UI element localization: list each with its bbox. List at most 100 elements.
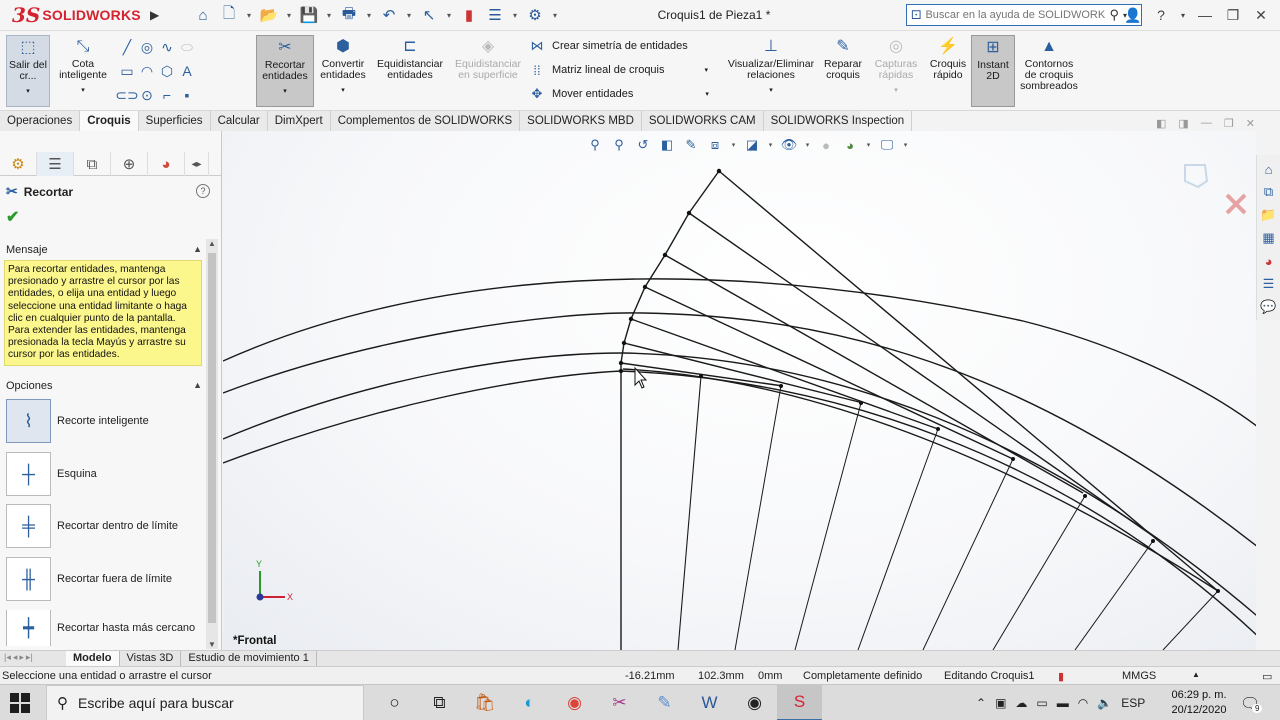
tab-operaciones[interactable]: Operaciones	[0, 111, 81, 131]
language-indicator[interactable]: ESP	[1121, 696, 1145, 710]
menu-expand-arrow-icon[interactable]: ▶	[150, 8, 159, 22]
sketch-point[interactable]	[1011, 457, 1015, 461]
circle-center-icon[interactable]: ⊙	[138, 83, 156, 107]
tab-complementos[interactable]: Complementos de SOLIDWORKS	[331, 111, 521, 131]
onedrive-icon[interactable]: ☁	[1015, 696, 1027, 710]
status-units[interactable]: MMGS	[1122, 670, 1156, 682]
linear-pattern-dropdown-icon[interactable]: ▾	[705, 66, 709, 74]
sketch-point[interactable]	[618, 360, 624, 366]
relations-dropdown-icon[interactable]: ▾	[769, 85, 773, 96]
tab-calcular[interactable]: Calcular	[211, 111, 268, 131]
tab-dimxpert[interactable]: DimXpert	[268, 111, 331, 131]
spoke-5[interactable]	[922, 458, 1014, 650]
ellipse-disabled-icon[interactable]: ⬭	[178, 35, 196, 59]
scroll-down-icon[interactable]: ▼	[206, 640, 218, 649]
scrollbar-thumb[interactable]	[208, 253, 216, 623]
help-search-box[interactable]: ⚀ ⚲ ▾	[906, 4, 1142, 26]
sketch-canvas[interactable]: Y X	[223, 131, 1256, 650]
help-question-icon[interactable]: ?	[1150, 4, 1172, 26]
rectangle-icon[interactable]: ▭	[118, 59, 136, 83]
polygon-icon[interactable]: ⬡	[158, 59, 176, 83]
trim-dropdown-icon[interactable]: ▾	[283, 86, 287, 97]
dimxpert-manager-tab-icon[interactable]: ⊕	[111, 152, 148, 176]
feature-manager-tab-icon[interactable]: ⚙	[0, 152, 37, 176]
doc-minimize-icon[interactable]: —	[1201, 117, 1212, 130]
instant-2d-button[interactable]: ⊞ Instant 2D	[971, 35, 1015, 107]
hide-show-dropdown-icon[interactable]: ▾	[803, 135, 812, 155]
arc-2[interactable]	[223, 312, 1256, 551]
sketch-point[interactable]	[1151, 539, 1155, 543]
solidworks-taskbar-icon[interactable]: S	[777, 685, 822, 720]
options-dropdown-icon[interactable]: ▾	[550, 5, 560, 25]
graphics-area[interactable]: Y X ⚲ ⚲ ↺ ◧ ✎ ⧈ ▾ ◪ ▾ 👁 ▾ ● ◕ ▾ 🖵 ▾ *Fro…	[223, 131, 1256, 650]
solidworks-resources-icon[interactable]: ⌂	[1259, 159, 1279, 179]
tab-solidworks-cam[interactable]: SOLIDWORKS CAM	[642, 111, 764, 131]
first-tab-icon[interactable]: |◂	[4, 652, 11, 663]
edge-icon[interactable]: ◐	[507, 685, 552, 720]
display-style-dropdown-icon[interactable]: ▾	[766, 135, 775, 155]
tab-estudio-movimiento[interactable]: Estudio de movimiento 1	[181, 651, 317, 666]
move-dropdown-icon[interactable]: ▾	[705, 90, 709, 98]
outer-arc[interactable]	[223, 278, 1256, 431]
trim-entities-button[interactable]: ✂ Recortar entidades ▾	[256, 35, 314, 107]
collapse-chevron-icon[interactable]: ▲	[193, 380, 202, 392]
manager-tabs-scroll-icon[interactable]: ◂▸	[185, 152, 209, 176]
ok-checkmark-icon[interactable]: ✔	[6, 207, 19, 227]
circle-icon[interactable]: ◎	[138, 35, 156, 59]
spoke-8[interactable]	[1162, 590, 1219, 650]
offset-entities-button[interactable]: ⊏ Equidistanciar entidades	[372, 35, 448, 81]
close-icon[interactable]: ✕	[1250, 4, 1272, 26]
undo-icon[interactable]: ↶	[378, 5, 400, 25]
spoke-1[interactable]	[677, 375, 702, 650]
sketch-point[interactable]	[936, 427, 940, 431]
print-icon[interactable]: 🖶	[338, 5, 360, 25]
spoke-3[interactable]	[794, 402, 862, 650]
paint-icon[interactable]: ✎	[642, 685, 687, 720]
edit-appearance-icon[interactable]: ●	[816, 135, 836, 155]
taskbar-search-box[interactable]: ⚲ Escribe aquí para buscar	[46, 685, 364, 720]
prev-tab-icon[interactable]: ◂	[13, 652, 18, 663]
meet-now-icon[interactable]: ▣	[995, 696, 1006, 710]
tab-vistas-3d[interactable]: Vistas 3D	[120, 651, 182, 666]
display-relations-button[interactable]: ⊥ Visualizar/Eliminar relaciones ▾	[724, 35, 818, 96]
help-search-input[interactable]	[925, 9, 1106, 21]
undo-dropdown-icon[interactable]: ▾	[404, 5, 414, 25]
custom-properties-icon[interactable]: ☰	[1259, 274, 1279, 294]
task-view-icon[interactable]: ⧉	[417, 685, 462, 720]
doc-tile-right-icon[interactable]: ◨	[1178, 117, 1188, 130]
open-dropdown-icon[interactable]: ▾	[284, 5, 294, 25]
taskbar-clock[interactable]: 06:29 p. m. 20/12/2020	[1163, 688, 1235, 718]
tab-modelo[interactable]: Modelo	[66, 651, 120, 666]
option-trim-outside[interactable]: ╫ Recortar fuera de límite	[6, 557, 202, 601]
section-view-icon[interactable]: ◧	[657, 135, 677, 155]
dynamic-annotation-icon[interactable]: ✎	[681, 135, 701, 155]
text-icon[interactable]: A	[178, 59, 196, 83]
option-smart-trim[interactable]: ⌇ Recorte inteligente	[6, 399, 202, 443]
new-document-icon[interactable]: 🗋	[218, 5, 240, 25]
view-orientation-icon[interactable]: ⧈	[705, 135, 725, 155]
convert-dropdown-icon[interactable]: ▾	[341, 85, 345, 96]
fillet-icon[interactable]: ⌐	[158, 83, 176, 107]
exit-sketch-dropdown-icon[interactable]: ▾	[26, 86, 30, 97]
chrome-icon[interactable]: ◉	[552, 685, 597, 720]
doc-tile-left-icon[interactable]: ◧	[1156, 117, 1166, 130]
usb-icon[interactable]: ▭	[1036, 696, 1047, 710]
volume-icon[interactable]: 🔈	[1097, 696, 1112, 710]
help-question-icon[interactable]: ?	[196, 184, 210, 198]
rebuild-indicator-icon[interactable]: ▮	[1058, 670, 1064, 683]
confirmation-corner-exit-icon[interactable]	[1184, 164, 1209, 189]
units-dropdown-icon[interactable]: ▲	[1192, 670, 1200, 679]
sketch-point[interactable]	[1216, 589, 1220, 593]
file-properties-icon[interactable]: ☰	[484, 5, 506, 25]
last-tab-icon[interactable]: ▸|	[26, 652, 33, 663]
tab-croquis[interactable]: Croquis	[80, 111, 139, 131]
radial-line-1[interactable]	[718, 170, 1219, 592]
spoke-7[interactable]	[1074, 540, 1154, 650]
select-dropdown-icon[interactable]: ▾	[444, 5, 454, 25]
panel-scrollbar[interactable]: ▲ ▼	[206, 239, 218, 649]
arc-4[interactable]	[223, 370, 1256, 641]
sketch-point[interactable]	[699, 374, 703, 378]
doc-restore-icon[interactable]: ❐	[1224, 117, 1234, 130]
collapse-chevron-icon[interactable]: ▲	[193, 244, 202, 256]
user-account-icon[interactable]: 👤	[1122, 4, 1144, 26]
